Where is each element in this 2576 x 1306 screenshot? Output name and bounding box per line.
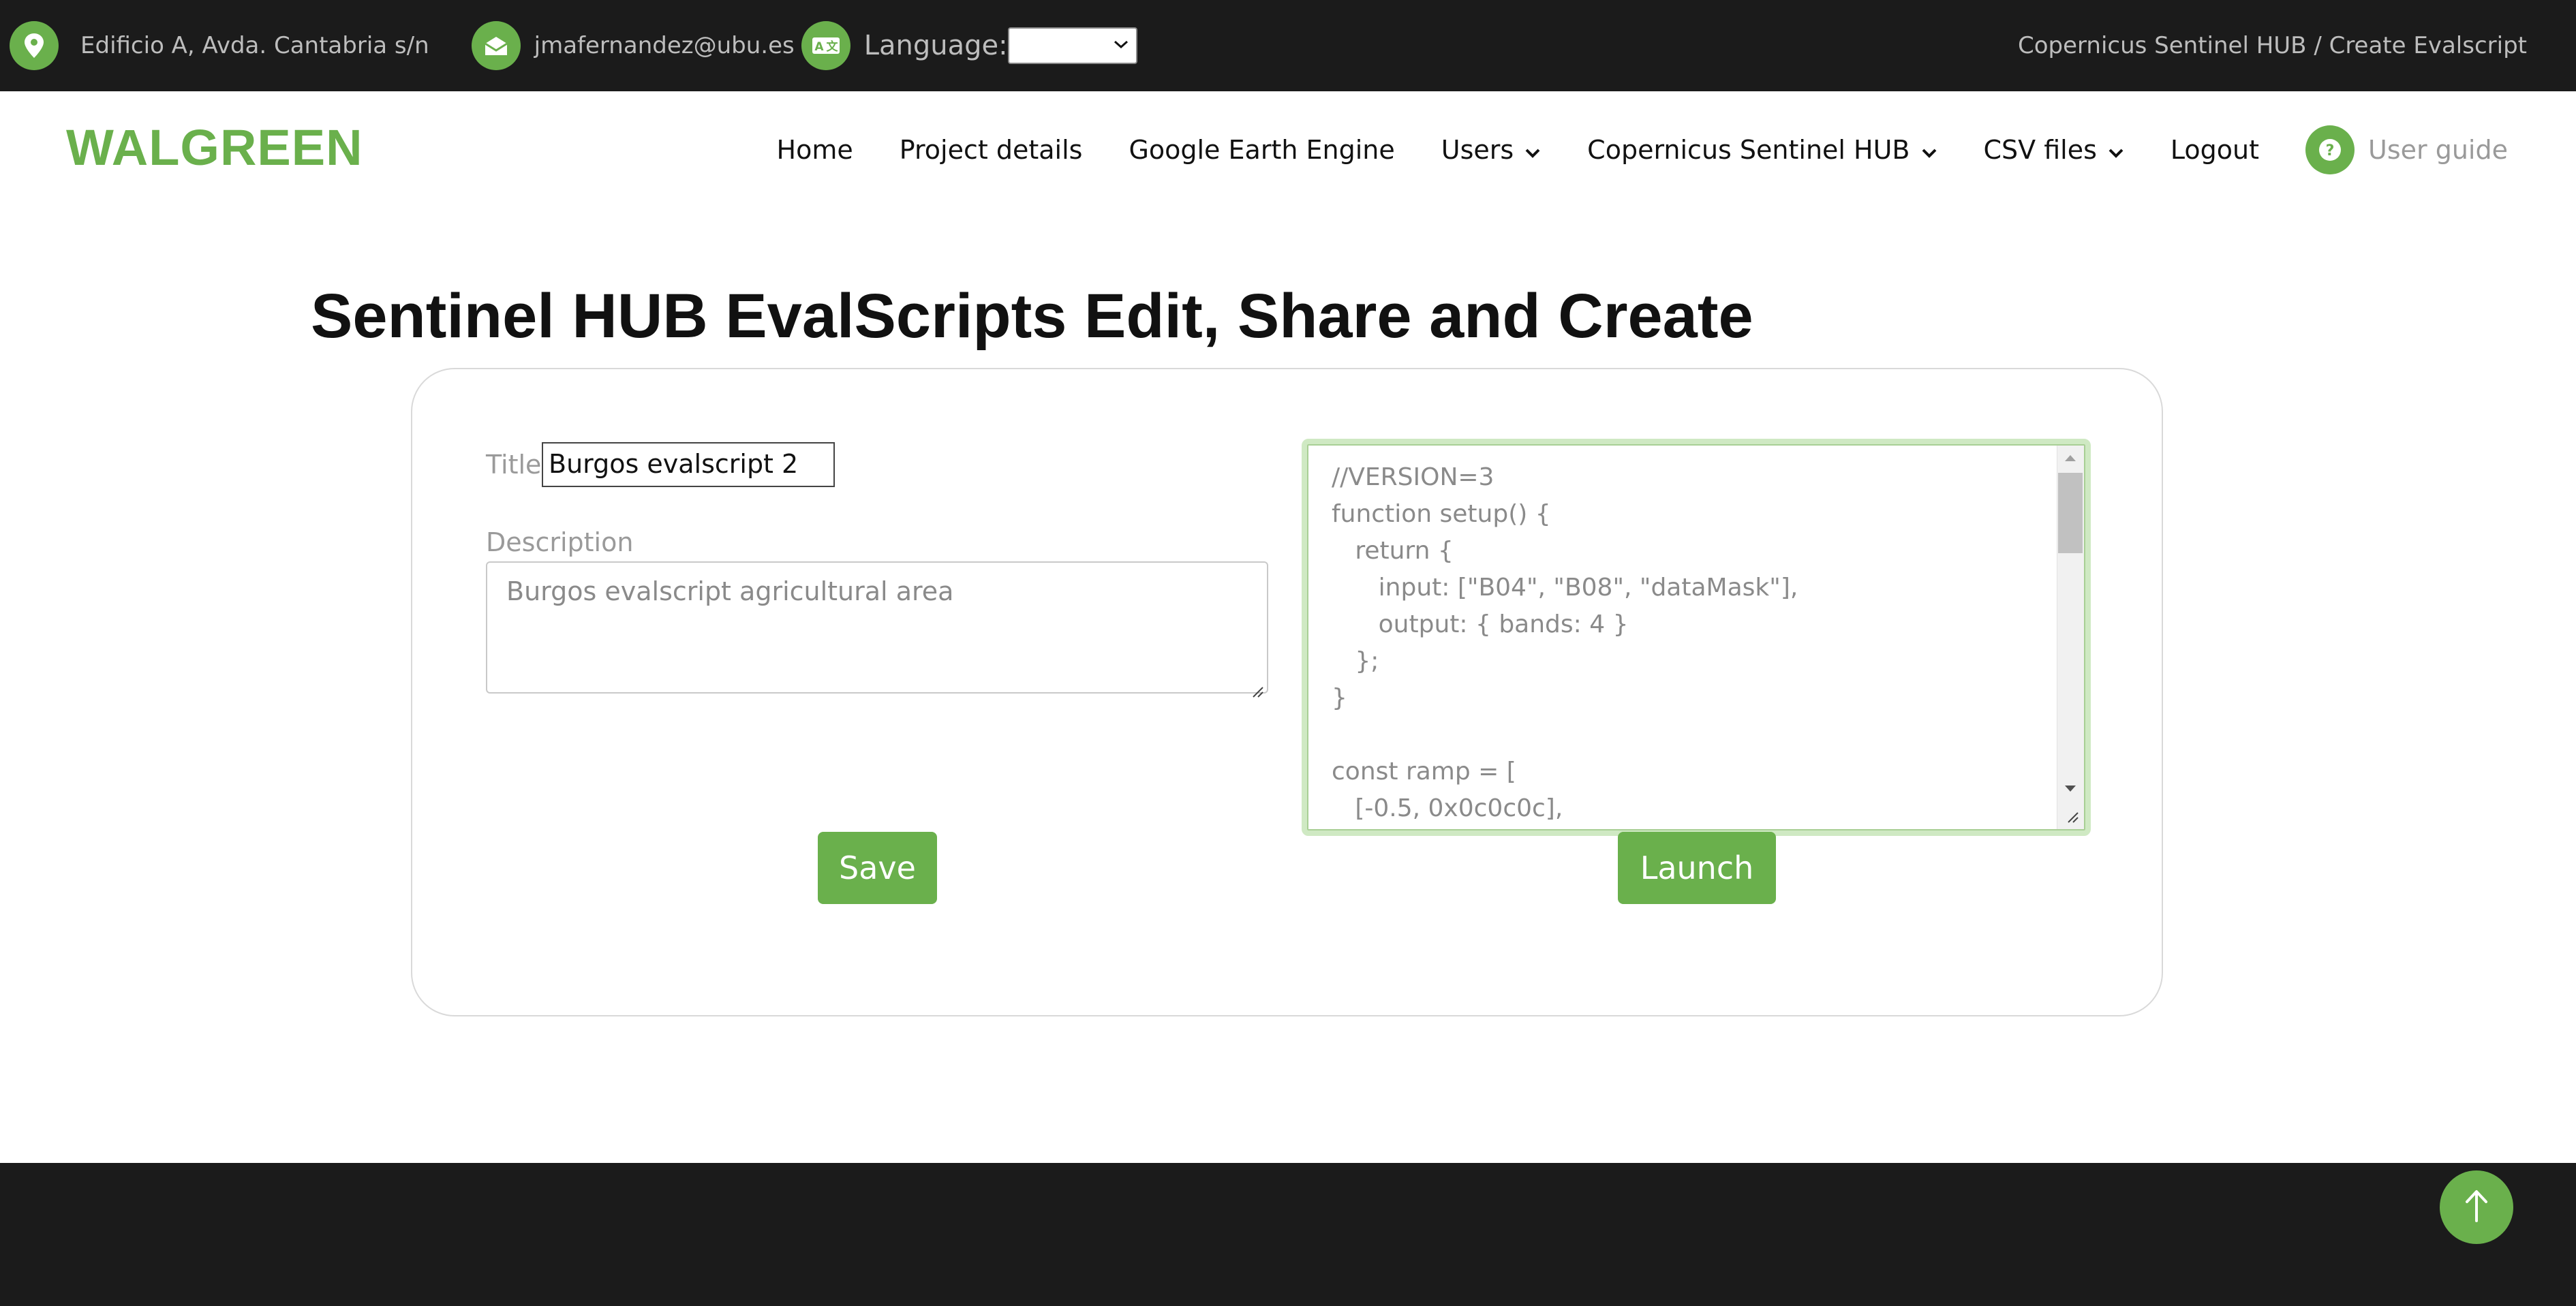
nav-item-project-details[interactable]: Project details: [900, 135, 1083, 165]
description-label: Description: [486, 527, 634, 557]
nav-item-csv-files[interactable]: CSV files: [1984, 135, 2124, 165]
save-button[interactable]: Save: [818, 832, 937, 904]
svg-text:?: ?: [2326, 142, 2335, 159]
nav-item-label: Logout: [2170, 135, 2260, 165]
evalscript-code-editor[interactable]: //VERSION=3 function setup() { return { …: [1302, 439, 2091, 836]
main-navbar: WALGREEN Home Project details Google Ear…: [0, 91, 2576, 208]
nav-item-label: Home: [776, 135, 853, 165]
top-info-bar: Edificio A, Avda. Cantabria s/n jmaferna…: [0, 0, 2576, 91]
title-input[interactable]: Burgos evalscript 2: [542, 442, 835, 487]
scrollbar-thumb[interactable]: [2058, 473, 2083, 553]
email-link[interactable]: jmafernandez@ubu.es: [534, 32, 795, 59]
chevron-down-icon: [1524, 135, 1541, 165]
description-text: Burgos evalscript agricultural area: [506, 576, 954, 606]
page-title: Sentinel HUB EvalScripts Edit, Share and…: [311, 281, 1753, 351]
scroll-up-arrow-icon[interactable]: [2064, 452, 2077, 465]
page-footer: [0, 1163, 2576, 1306]
envelope-icon: [471, 21, 521, 70]
nav-item-label: Project details: [899, 135, 1083, 165]
question-icon: ?: [2305, 125, 2355, 174]
nav-item-label: CSV files: [1983, 135, 2097, 165]
scroll-to-top-button[interactable]: [2440, 1170, 2513, 1244]
language-label: Language:: [863, 30, 1008, 61]
nav-item-users[interactable]: Users: [1441, 135, 1541, 165]
language-select[interactable]: [1007, 27, 1137, 64]
code-editor-frame: //VERSION=3 function setup() { return { …: [1307, 444, 2085, 830]
map-pin-icon: [10, 21, 59, 70]
site-logo[interactable]: WALGREEN: [66, 119, 363, 176]
chevron-down-icon: [1113, 39, 1129, 52]
launch-button[interactable]: Launch: [1618, 832, 1776, 904]
user-guide-link[interactable]: ? User guide: [2305, 125, 2508, 174]
scroll-down-arrow-icon[interactable]: [2064, 783, 2077, 796]
resize-grip-icon[interactable]: [2064, 809, 2079, 826]
code-scrollbar[interactable]: [2057, 446, 2084, 829]
nav-item-label: Users: [1441, 135, 1514, 165]
breadcrumb-text: Copernicus Sentinel HUB / Create Evalscr…: [2018, 32, 2527, 59]
chevron-down-icon: [2108, 135, 2124, 165]
nav-item-label: Google Earth Engine: [1129, 135, 1395, 165]
chevron-down-icon: [1921, 135, 1937, 165]
code-text: //VERSION=3 function setup() { return { …: [1332, 463, 1798, 822]
nav-item-label: Copernicus Sentinel HUB: [1587, 135, 1910, 165]
translate-icon: A文: [801, 21, 850, 70]
user-guide-label: User guide: [2368, 135, 2508, 165]
nav-item-copernicus-sentinel-hub[interactable]: Copernicus Sentinel HUB: [1587, 135, 1937, 165]
nav-item-google-earth-engine[interactable]: Google Earth Engine: [1129, 135, 1394, 165]
address-text: Edificio A, Avda. Cantabria s/n: [80, 32, 429, 59]
resize-grip-icon[interactable]: [1249, 674, 1264, 698]
nav-menu: Home Project details Google Earth Engine…: [731, 91, 2508, 208]
nav-item-logout[interactable]: Logout: [2171, 135, 2259, 165]
breadcrumb: Copernicus Sentinel HUB / Create Evalscr…: [2018, 0, 2527, 91]
nav-item-home[interactable]: Home: [777, 135, 853, 165]
title-label: Title: [486, 450, 542, 480]
description-textarea[interactable]: Burgos evalscript agricultural area: [486, 561, 1268, 698]
arrow-up-icon: [2463, 1188, 2490, 1226]
svg-text:A: A: [814, 40, 824, 54]
svg-text:文: 文: [826, 40, 838, 54]
